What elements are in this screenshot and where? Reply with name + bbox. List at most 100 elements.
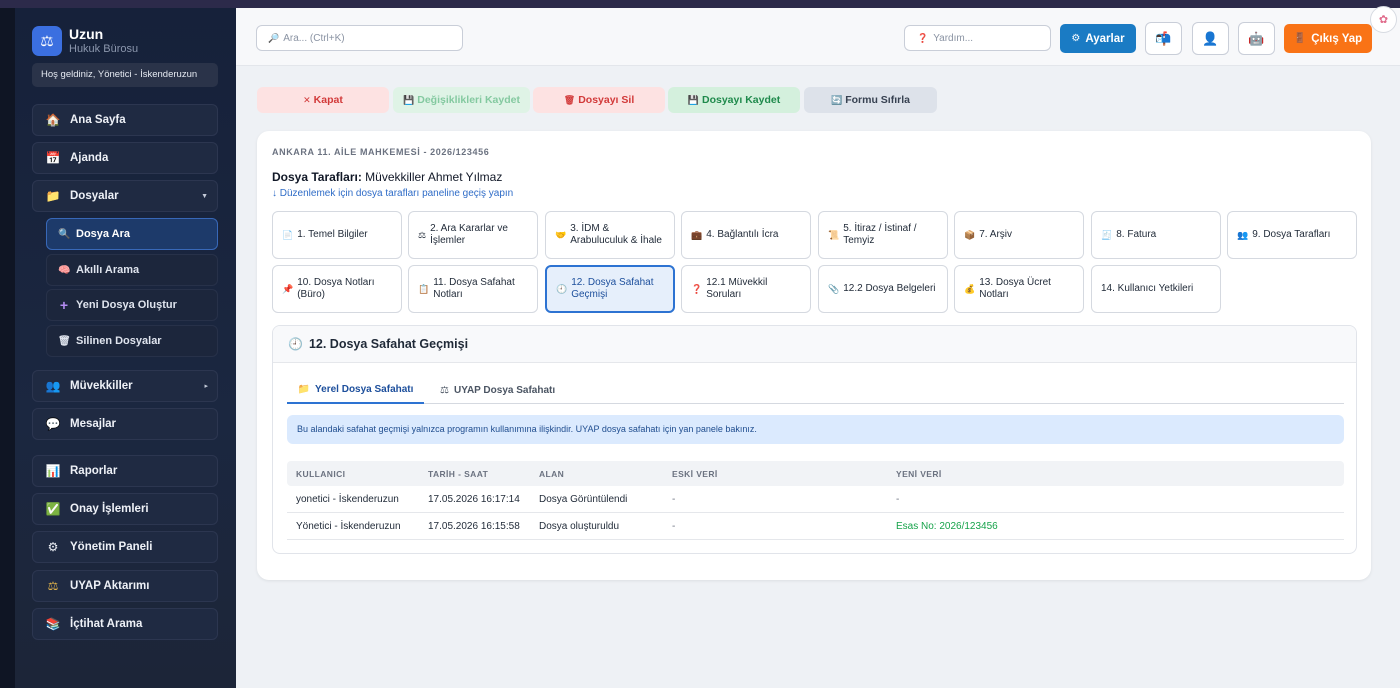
save-changes-button[interactable]: 💾 Değişiklikleri Kaydet xyxy=(393,87,530,113)
cell-datetime: 17.05.2026 16:17:14 xyxy=(428,493,520,505)
paperclip-icon: 📎 xyxy=(828,284,840,294)
logout-button[interactable]: 🚪 Çıkış Yap xyxy=(1284,24,1372,53)
sidebar-subitem-new-file[interactable]: + Yeni Dosya Oluştur xyxy=(46,289,218,321)
sidebar-item-label: Dosyalar xyxy=(70,190,119,202)
reset-form-button[interactable]: 🔄 Formu Sıfırla xyxy=(804,87,937,113)
tab-basic-info[interactable]: 📄 1. Temel Bilgiler xyxy=(272,211,402,259)
sidebar-item-label: Mesajlar xyxy=(70,418,117,430)
tab-proceeding-notes[interactable]: 📋 11. Dosya Safahat Notları xyxy=(408,265,538,313)
tab-label: 10. Dosya Notları (Büro) xyxy=(297,277,375,300)
action-label: Formu Sıfırla xyxy=(845,94,910,106)
action-label: Değişiklikleri Kaydet xyxy=(417,94,520,106)
chevron-down-icon: ▼ xyxy=(201,192,208,200)
sidebar-subitem-smart-search[interactable]: 🧠 Akıllı Arama xyxy=(46,254,218,286)
sidebar-item-files[interactable]: 📁 Dosyalar ▼ xyxy=(32,180,218,212)
bar-chart-icon: 📊 xyxy=(45,464,61,478)
brand-name: Uzun xyxy=(69,26,104,42)
tab-label: 12. Dosya Safahat Geçmişi xyxy=(571,277,654,300)
search-placeholder: Ara... (Ctrl+K) xyxy=(283,32,345,44)
users-icon: 👥 xyxy=(1237,230,1249,240)
trash-icon: 🗑 xyxy=(58,335,71,347)
welcome-message: Hoş geldiniz, Yönetici - İskenderuzun xyxy=(32,63,218,87)
table-header: KULLANICI TARİH - SAAT ALAN ESKİ VERİ YE… xyxy=(287,461,1344,486)
tab-label: 12.2 Dosya Belgeleri xyxy=(843,283,936,294)
corner-flower-button[interactable]: ✿ xyxy=(1370,6,1397,33)
brand[interactable]: ⚖ Uzun Hukuk Bürosu xyxy=(32,26,138,56)
handshake-icon: 🤝 xyxy=(555,230,567,240)
sidebar-item-admin-panel[interactable]: ⚙ Yönetim Paneli xyxy=(32,531,218,563)
sidebar-subitem-deleted-files[interactable]: 🗑 Silinen Dosyalar xyxy=(46,325,218,357)
sidebar-item-reports[interactable]: 📊 Raporlar xyxy=(32,455,218,487)
tab-office-notes[interactable]: 📌 10. Dosya Notları (Büro) xyxy=(272,265,402,313)
search-input[interactable]: 🔎 Ara... (Ctrl+K) xyxy=(256,25,463,51)
sidebar-item-agenda[interactable]: 📅 Ajanda xyxy=(32,142,218,174)
tab-invoice[interactable]: 🧾 8. Fatura xyxy=(1091,211,1221,259)
cell-old-value: - xyxy=(672,520,676,532)
column-header-old-value: ESKİ VERİ xyxy=(672,468,718,479)
tab-client-questions[interactable]: ❓ 12.1 Müvekkil Soruları xyxy=(681,265,811,313)
table-row[interactable]: Yönetici - İskenderuzun 17.05.2026 16:15… xyxy=(287,513,1344,540)
tab-interim-decisions[interactable]: ⚖ 2. Ara Kararlar ve İşlemler xyxy=(408,211,538,259)
tab-label: 2. Ara Kararlar ve İşlemler xyxy=(430,223,508,246)
sidebar: ⚖ Uzun Hukuk Bürosu Hoş geldiniz, Yöneti… xyxy=(15,8,236,688)
proceeding-history-panel: 🕘 12. Dosya Safahat Geçmişi 📁 Yerel Dosy… xyxy=(272,325,1357,554)
sidebar-subitem-label: Yeni Dosya Oluştur xyxy=(76,299,177,311)
cell-old-value: - xyxy=(672,493,676,505)
sidebar-item-label: Ana Sayfa xyxy=(70,114,126,126)
sidebar-item-approvals[interactable]: ✅ Onay İşlemleri xyxy=(32,493,218,525)
sidebar-item-case-law-search[interactable]: 📚 İçtihat Arama xyxy=(32,608,218,640)
delete-file-button[interactable]: 🗑 Dosyayı Sil xyxy=(533,87,665,113)
column-header-user: KULLANICI xyxy=(296,468,346,479)
tab-user-permissions[interactable]: 14. Kullanıcı Yetkileri xyxy=(1091,265,1221,313)
close-icon: ✕ xyxy=(303,94,311,105)
file-card: ANKARA 11. AİLE MAHKEMESİ - 2026/123456 … xyxy=(257,131,1371,580)
users-icon: 👥 xyxy=(45,379,61,393)
tab-linked-enforcement[interactable]: 💼 4. Bağlantılı İcra xyxy=(681,211,811,259)
sidebar-item-home[interactable]: 🏠 Ana Sayfa xyxy=(32,104,218,136)
receipt-icon: 🧾 xyxy=(1101,230,1113,240)
tab-label: 7. Arşiv xyxy=(979,229,1013,240)
cell-field: Dosya oluşturuldu xyxy=(539,520,620,532)
user-icon: 👤 xyxy=(1202,30,1219,46)
tab-file-parties[interactable]: 👥 9. Dosya Tarafları xyxy=(1227,211,1357,259)
tab-file-documents[interactable]: 📎 12.2 Dosya Belgeleri xyxy=(818,265,948,313)
sidebar-subitem-file-search[interactable]: 🔍 Dosya Ara xyxy=(46,218,218,250)
close-button[interactable]: ✕ Kapat xyxy=(257,87,389,113)
sidebar-item-clients[interactable]: 👥 Müvekkiller ▸ xyxy=(32,370,218,402)
notifications-button[interactable]: 📬 xyxy=(1145,22,1182,55)
profile-button[interactable]: 👤 xyxy=(1192,22,1229,55)
checkbox-icon: ✅ xyxy=(45,502,61,516)
tab-fee-notes[interactable]: 💰 13. Dosya Ücret Notları xyxy=(954,265,1084,313)
tab-archive[interactable]: 📦 7. Arşiv xyxy=(954,211,1084,259)
tab-label: 8. Fatura xyxy=(1116,229,1157,240)
save-file-button[interactable]: 💾 Dosyayı Kaydet xyxy=(668,87,800,113)
action-label: Kapat xyxy=(313,94,343,106)
tab-proceeding-history[interactable]: 🕘 12. Dosya Safahat Geçmişi xyxy=(545,265,675,313)
scales-icon: ⚖ xyxy=(418,230,427,240)
refresh-icon: 🔄 xyxy=(831,94,843,105)
tab-label: 9. Dosya Tarafları xyxy=(1252,229,1331,240)
tab-appeal[interactable]: 📜 5. İtiraz / İstinaf / Temyiz xyxy=(818,211,948,259)
sidebar-item-messages[interactable]: 💬 Mesajlar xyxy=(32,408,218,440)
calendar-icon: 📅 xyxy=(45,151,61,165)
file-parties: Dosya Tarafları: Müvekkiller Ahmet Yılma… xyxy=(272,170,502,184)
edit-parties-link[interactable]: ↓ Düzenlemek için dosya tarafları paneli… xyxy=(272,188,513,199)
sidebar-item-uyap-transfer[interactable]: ⚖ UYAP Aktarımı xyxy=(32,570,218,602)
subtab-uyap-history[interactable]: ⚖ UYAP Dosya Safahatı xyxy=(440,376,556,404)
assistant-button[interactable]: 🤖 xyxy=(1238,22,1275,55)
action-label: Dosyayı Kaydet xyxy=(702,94,781,106)
search-icon: 🔍 xyxy=(58,228,71,240)
scales-icon: ⚖ xyxy=(47,579,59,593)
tab-label: 5. İtiraz / İstinaf / Temyiz xyxy=(843,223,917,246)
table-row[interactable]: yonetici - İskenderuzun 17.05.2026 16:17… xyxy=(287,486,1344,513)
action-label: Dosyayı Sil xyxy=(578,94,635,106)
history-subtabs: 📁 Yerel Dosya Safahatı ⚖ UYAP Dosya Safa… xyxy=(287,376,1344,404)
tab-label: 13. Dosya Ücret Notları xyxy=(979,277,1051,300)
logout-label: Çıkış Yap xyxy=(1311,32,1363,45)
tab-mediation[interactable]: 🤝 3. İDM & Arabuluculuk & İhale xyxy=(545,211,675,259)
help-input[interactable]: ❓ Yardım... xyxy=(904,25,1051,51)
settings-button[interactable]: ⚙ Ayarlar xyxy=(1060,24,1136,53)
tab-label: 11. Dosya Safahat Notları xyxy=(433,277,515,300)
subtab-local-history[interactable]: 📁 Yerel Dosya Safahatı xyxy=(287,376,424,404)
window-left-strip xyxy=(0,8,15,688)
